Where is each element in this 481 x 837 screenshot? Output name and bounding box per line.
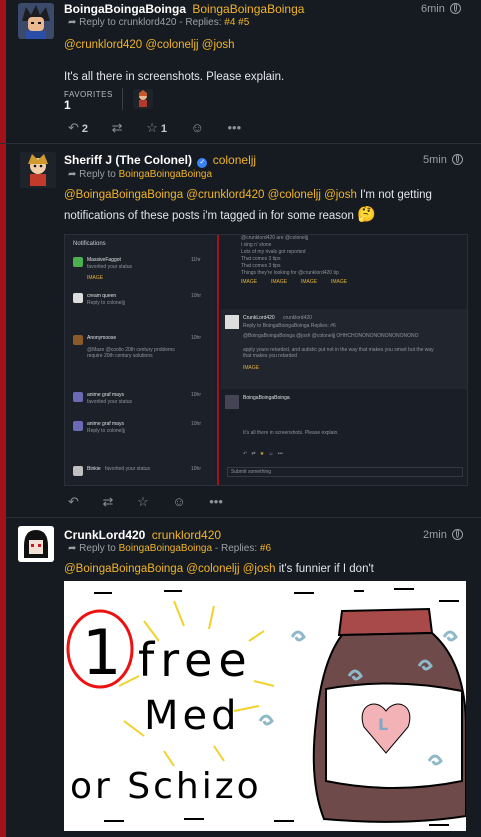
favoriter-avatar[interactable]: [133, 89, 153, 109]
drawing-jar-lid: [337, 607, 434, 637]
favorites-label: FAVORITES: [64, 90, 113, 99]
attached-drawing[interactable]: 1 free Med or Schizo L: [64, 581, 466, 831]
repeat-button[interactable]: ⇄: [112, 120, 123, 136]
author-handle[interactable]: crunklord420: [152, 528, 221, 542]
drawing-heart-letter: L: [378, 715, 389, 734]
author-handle[interactable]: BoingaBoingaBoinga: [192, 2, 304, 16]
post-time[interactable]: 2min: [423, 529, 447, 541]
drawing-line-med: Med: [144, 693, 241, 739]
reply-to-link[interactable]: BoingaBoingaBoinga: [119, 169, 212, 180]
reply-to-link[interactable]: crunklord420: [119, 17, 177, 28]
repeat-button[interactable]: ⇄: [103, 494, 114, 510]
avatar[interactable]: [20, 152, 56, 188]
screenshot-notifications-title: Notifications: [73, 241, 106, 247]
verified-icon: ✓: [197, 158, 208, 168]
favorites-count: 1: [64, 98, 71, 112]
emoji-react-button[interactable]: ☺: [191, 120, 204, 135]
screenshot-red-rail: [217, 235, 219, 485]
favorite-button[interactable]: ☆: [137, 494, 149, 510]
attached-screenshot[interactable]: Notifications MassiveFaggot favorited yo…: [64, 234, 468, 486]
post-text: it's funnier if I don't: [275, 563, 374, 575]
reply-button[interactable]: ↶ 2: [68, 120, 88, 136]
reply-prefix: Reply to: [79, 543, 116, 554]
reply-arrow-icon: ➦: [68, 169, 77, 180]
reply-arrow-icon: ➦: [68, 543, 77, 554]
author-name[interactable]: Sheriff J (The Colonel): [64, 153, 192, 167]
replies-links[interactable]: #4 #5: [224, 17, 249, 28]
post-text-line2: notifications of these posts i'm tagged …: [64, 210, 354, 222]
replies-label: Replies:: [185, 17, 222, 28]
post-time[interactable]: 5min: [423, 154, 447, 166]
more-options-button[interactable]: •••: [228, 120, 242, 135]
globe-icon: [451, 154, 463, 165]
mentions[interactable]: @crunklord420 @coloneljj @josh: [64, 36, 464, 54]
favorite-button[interactable]: ☆ 1: [146, 120, 167, 136]
post-text: It's all there in screenshots. Please ex…: [64, 71, 285, 83]
thread-rail: [0, 0, 6, 143]
post-text: I'm not getting: [356, 189, 432, 201]
author-handle[interactable]: coloneljj: [213, 153, 256, 167]
screenshot-right-panel: @crunklord420 are @coloneljj i sing n' s…: [221, 235, 467, 485]
globe-icon: [451, 529, 463, 540]
status-post-crunklord: CrunkLord420 crunklord420 2min ➦ Reply t…: [0, 518, 481, 837]
globe-icon: [449, 3, 461, 14]
drawing-line-free: free: [138, 633, 253, 687]
screenshot-left-panel: Notifications MassiveFaggot favorited yo…: [65, 235, 215, 485]
favorites-separator: [122, 88, 123, 110]
avatar[interactable]: [18, 3, 54, 39]
status-post-colonel: Sheriff J (The Colonel) ✓ coloneljj 5min…: [0, 144, 481, 517]
reply-count: 2: [81, 123, 89, 135]
reply-to-link[interactable]: BoingaBoingaBoinga: [119, 543, 212, 554]
emoji-react-button[interactable]: ☺: [172, 494, 185, 509]
left-red-rail: [0, 144, 6, 837]
author-name[interactable]: BoingaBoingaBoinga: [64, 2, 186, 16]
mentions[interactable]: @BoingaBoingaBoinga @crunklord420 @colon…: [64, 189, 357, 201]
avatar[interactable]: [18, 526, 54, 562]
post-time[interactable]: 6min: [421, 3, 445, 15]
reply-prefix: Reply to: [79, 17, 116, 28]
status-post-boinga: BoingaBoingaBoinga BoingaBoingaBoinga 6m…: [0, 0, 481, 143]
thinking-emoji: 🤔: [357, 206, 376, 223]
reply-prefix: Reply to: [79, 169, 116, 180]
reply-arrow-icon: ➦: [68, 17, 77, 28]
drawing-line-schizo: or Schizo: [70, 766, 262, 807]
replies-label: Replies:: [220, 543, 258, 554]
more-options-button[interactable]: •••: [209, 494, 223, 509]
mentions[interactable]: @BoingaBoingaBoinga @coloneljj @josh: [64, 563, 276, 575]
reply-button[interactable]: ↶: [68, 494, 79, 510]
favorite-count: 1: [160, 123, 167, 135]
author-name[interactable]: CrunkLord420: [64, 528, 145, 542]
drawing-number: 1: [82, 616, 122, 689]
replies-links[interactable]: #6: [260, 543, 271, 554]
